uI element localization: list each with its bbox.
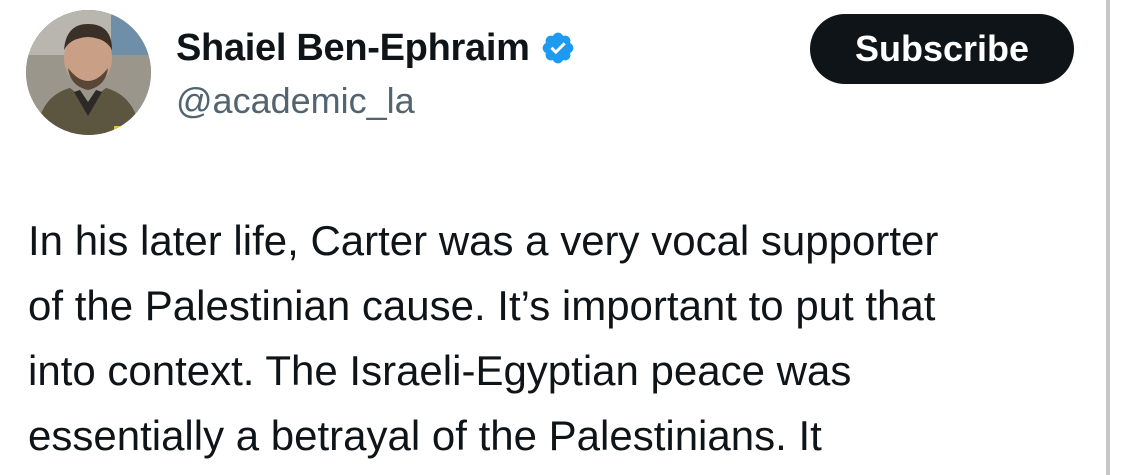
- tweet-text-line: into context. The Israeli-Egyptian peace…: [28, 347, 852, 394]
- right-divider: [1106, 0, 1125, 475]
- tweet-text-line: essentially a betrayal of the Palestinia…: [28, 412, 822, 459]
- tweet-text-line: In his later life, Carter was a very voc…: [28, 217, 939, 264]
- verified-badge-icon: [540, 30, 576, 66]
- subscribe-button[interactable]: Subscribe: [810, 14, 1074, 84]
- avatar-photo: [26, 10, 151, 135]
- user-handle[interactable]: @academic_la: [176, 80, 415, 122]
- divider-line: [1106, 0, 1110, 475]
- tweet-text-line: of the Palestinian cause. It’s important…: [28, 282, 936, 329]
- display-name-row: Shaiel Ben-Ephraim: [176, 26, 576, 70]
- avatar[interactable]: [26, 10, 151, 135]
- tweet-text: In his later life, Carter was a very voc…: [28, 208, 1103, 468]
- display-name[interactable]: Shaiel Ben-Ephraim: [176, 27, 530, 70]
